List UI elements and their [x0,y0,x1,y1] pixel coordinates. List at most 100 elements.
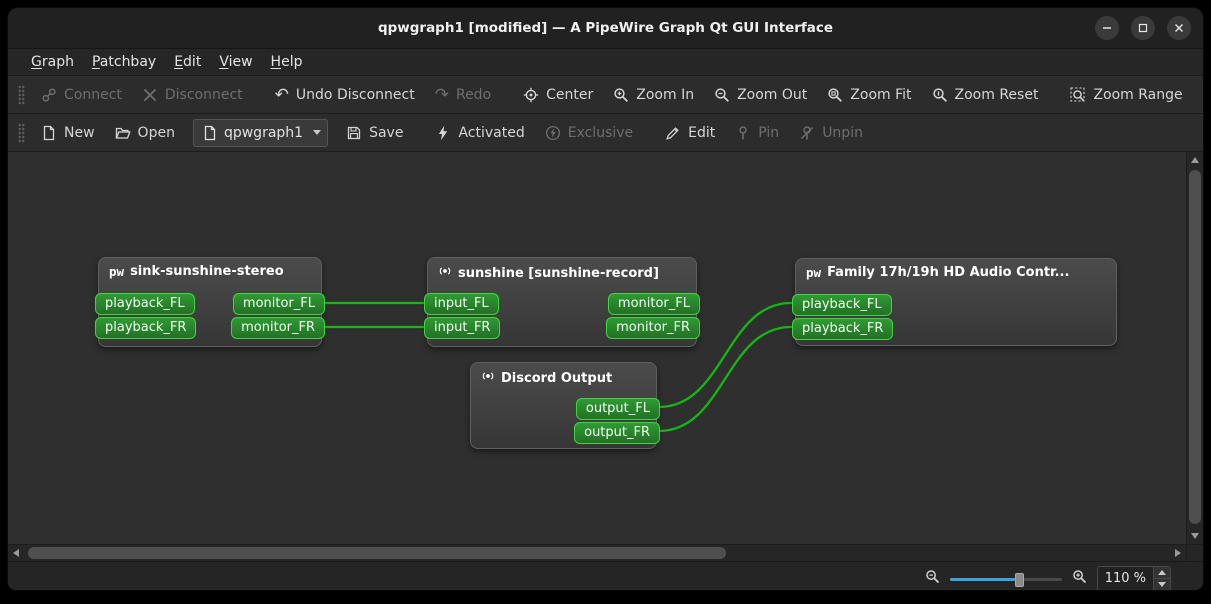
spin-down-button[interactable] [1154,579,1170,590]
port-playback-fl[interactable]: playback_FL [792,294,892,316]
new-file-icon [41,125,57,141]
node-family-hd-audio[interactable]: pw Family 17h/19h HD Audio Contr... play… [792,258,1117,346]
exclusive-label: Exclusive [567,124,634,141]
zoom-reset-button[interactable]: Zoom Reset [922,80,1049,109]
scroll-right-arrow[interactable] [1175,549,1182,557]
zoom-slider[interactable] [949,571,1062,587]
scroll-up-arrow[interactable] [1191,157,1200,163]
scroll-down-arrow[interactable] [1191,533,1200,539]
edit-label: Edit [688,124,716,141]
edit-button[interactable]: Edit [655,118,725,147]
pin-icon [735,125,751,141]
node-header[interactable]: Discord Output [471,363,656,387]
minimize-button[interactable] [1095,16,1119,40]
horizontal-scrollbar[interactable] [8,545,1186,561]
node-discord-output[interactable]: Discord Output output_FL output_FR [470,362,660,449]
patchbay-selector[interactable]: qpwgraph1 [192,118,329,147]
scroll-left-arrow[interactable] [13,549,19,557]
open-button[interactable]: Open [105,118,185,147]
zoom-out-button[interactable]: Zoom Out [704,80,817,109]
menu-graph[interactable]: Graph [22,49,83,75]
save-button[interactable]: Save [336,118,413,147]
spin-up-button[interactable] [1154,567,1170,579]
zoom-reset-label: Zoom Reset [954,86,1039,103]
port-monitor-fr[interactable]: monitor_FR [231,317,325,339]
node-title: Discord Output [501,370,613,386]
port-playback-fl[interactable]: playback_FL [95,293,195,315]
window-title: qpwgraph1 [modified] — A PipeWire Graph … [377,20,834,36]
redo-button[interactable]: ↷ Redo [425,80,501,109]
node-header[interactable]: pw Family 17h/19h HD Audio Contr... [796,259,1116,280]
port-playback-fr[interactable]: playback_FR [95,317,197,339]
spin-up-icon [1158,570,1166,575]
zoom-slider-fill [949,577,1015,581]
toolbar-handle[interactable] [18,122,25,143]
node-header[interactable]: pw sink-sunshine-stereo [99,258,321,279]
zoom-out-icon [714,87,730,103]
close-button[interactable] [1167,16,1191,40]
patchbay-toolbar: New Open qpwgraph1 Save Activated Exclus… [8,114,1203,152]
scrollbar-corner [1186,545,1203,561]
zoom-value[interactable]: 110 % [1098,571,1153,586]
zoom-spinbox[interactable]: 110 % [1096,566,1171,590]
output-ports: output_FL output_FR [574,398,660,444]
redo-icon: ↷ [434,84,449,105]
vertical-scrollbar[interactable] [1186,152,1203,544]
zoom-in-icon [613,87,629,103]
toolbar-handle[interactable] [18,84,25,105]
zoom-out-label: Zoom Out [737,86,808,103]
new-label: New [64,124,95,141]
maximize-icon [1138,23,1148,33]
patchbay-selector-value: qpwgraph1 [223,124,304,141]
patchbay-file-icon [202,125,218,141]
maximize-button[interactable] [1131,16,1155,40]
center-button[interactable]: Center [513,80,603,109]
open-label: Open [137,124,175,141]
pin-button[interactable]: Pin [725,118,789,147]
port-output-fr[interactable]: output_FR [574,422,660,444]
redo-label: Redo [455,86,492,103]
exclusive-button[interactable]: Exclusive [535,118,643,147]
port-output-fl[interactable]: output_FL [575,398,660,420]
spin-buttons [1153,567,1170,590]
zoom-range-label: Zoom Range [1093,86,1183,103]
port-monitor-fr[interactable]: monitor_FR [606,317,700,339]
node-title: sink-sunshine-stereo [130,264,284,279]
menu-view[interactable]: View [210,49,261,75]
horizontal-scrollbar-thumb[interactable] [28,547,726,559]
menu-edit[interactable]: Edit [165,49,210,75]
zoom-fit-button[interactable]: Zoom Fit [817,80,921,109]
unpin-button[interactable]: Unpin [789,118,873,147]
new-button[interactable]: New [31,118,105,147]
record-icon [481,369,495,387]
zoom-in-small-icon[interactable] [1072,569,1087,588]
graph-canvas[interactable]: pw sink-sunshine-stereo playback_FL play… [8,152,1187,544]
port-input-fl[interactable]: input_FL [424,293,499,315]
graph-toolbar: Connect Disconnect ↶ Undo Disconnect ↷ R… [8,76,1203,114]
disconnect-button[interactable]: Disconnect [132,80,253,109]
node-sink-sunshine-stereo[interactable]: pw sink-sunshine-stereo playback_FL play… [95,257,325,347]
node-sunshine-record[interactable]: sunshine [sunshine-record] input_FL inpu… [424,257,700,347]
input-ports: playback_FL playback_FR [792,294,894,340]
port-monitor-fl[interactable]: monitor_FL [607,293,700,315]
node-header[interactable]: sunshine [sunshine-record] [428,258,696,282]
zoom-in-button[interactable]: Zoom In [603,80,704,109]
input-ports: playback_FL playback_FR [95,293,197,339]
activated-button[interactable]: Activated [425,118,534,147]
port-monitor-fl[interactable]: monitor_FL [232,293,325,315]
port-playback-fr[interactable]: playback_FR [792,318,894,340]
connect-button[interactable]: Connect [31,80,132,109]
menu-patchbay[interactable]: Patchbay [83,49,165,75]
output-ports: monitor_FL monitor_FR [231,293,325,339]
port-input-fr[interactable]: input_FR [424,317,501,339]
zoom-range-button[interactable]: Zoom Range [1060,80,1192,109]
undo-disconnect-button[interactable]: ↶ Undo Disconnect [265,80,425,109]
menu-help[interactable]: Help [262,49,312,75]
chevron-down-icon [313,130,322,135]
input-ports: input_FL input_FR [424,293,501,339]
zoom-slider-handle[interactable] [1014,572,1024,587]
vertical-scrollbar-thumb[interactable] [1189,170,1201,524]
zoom-out-small-icon[interactable] [925,569,940,588]
pin-label: Pin [758,124,780,141]
save-label: Save [369,124,404,141]
